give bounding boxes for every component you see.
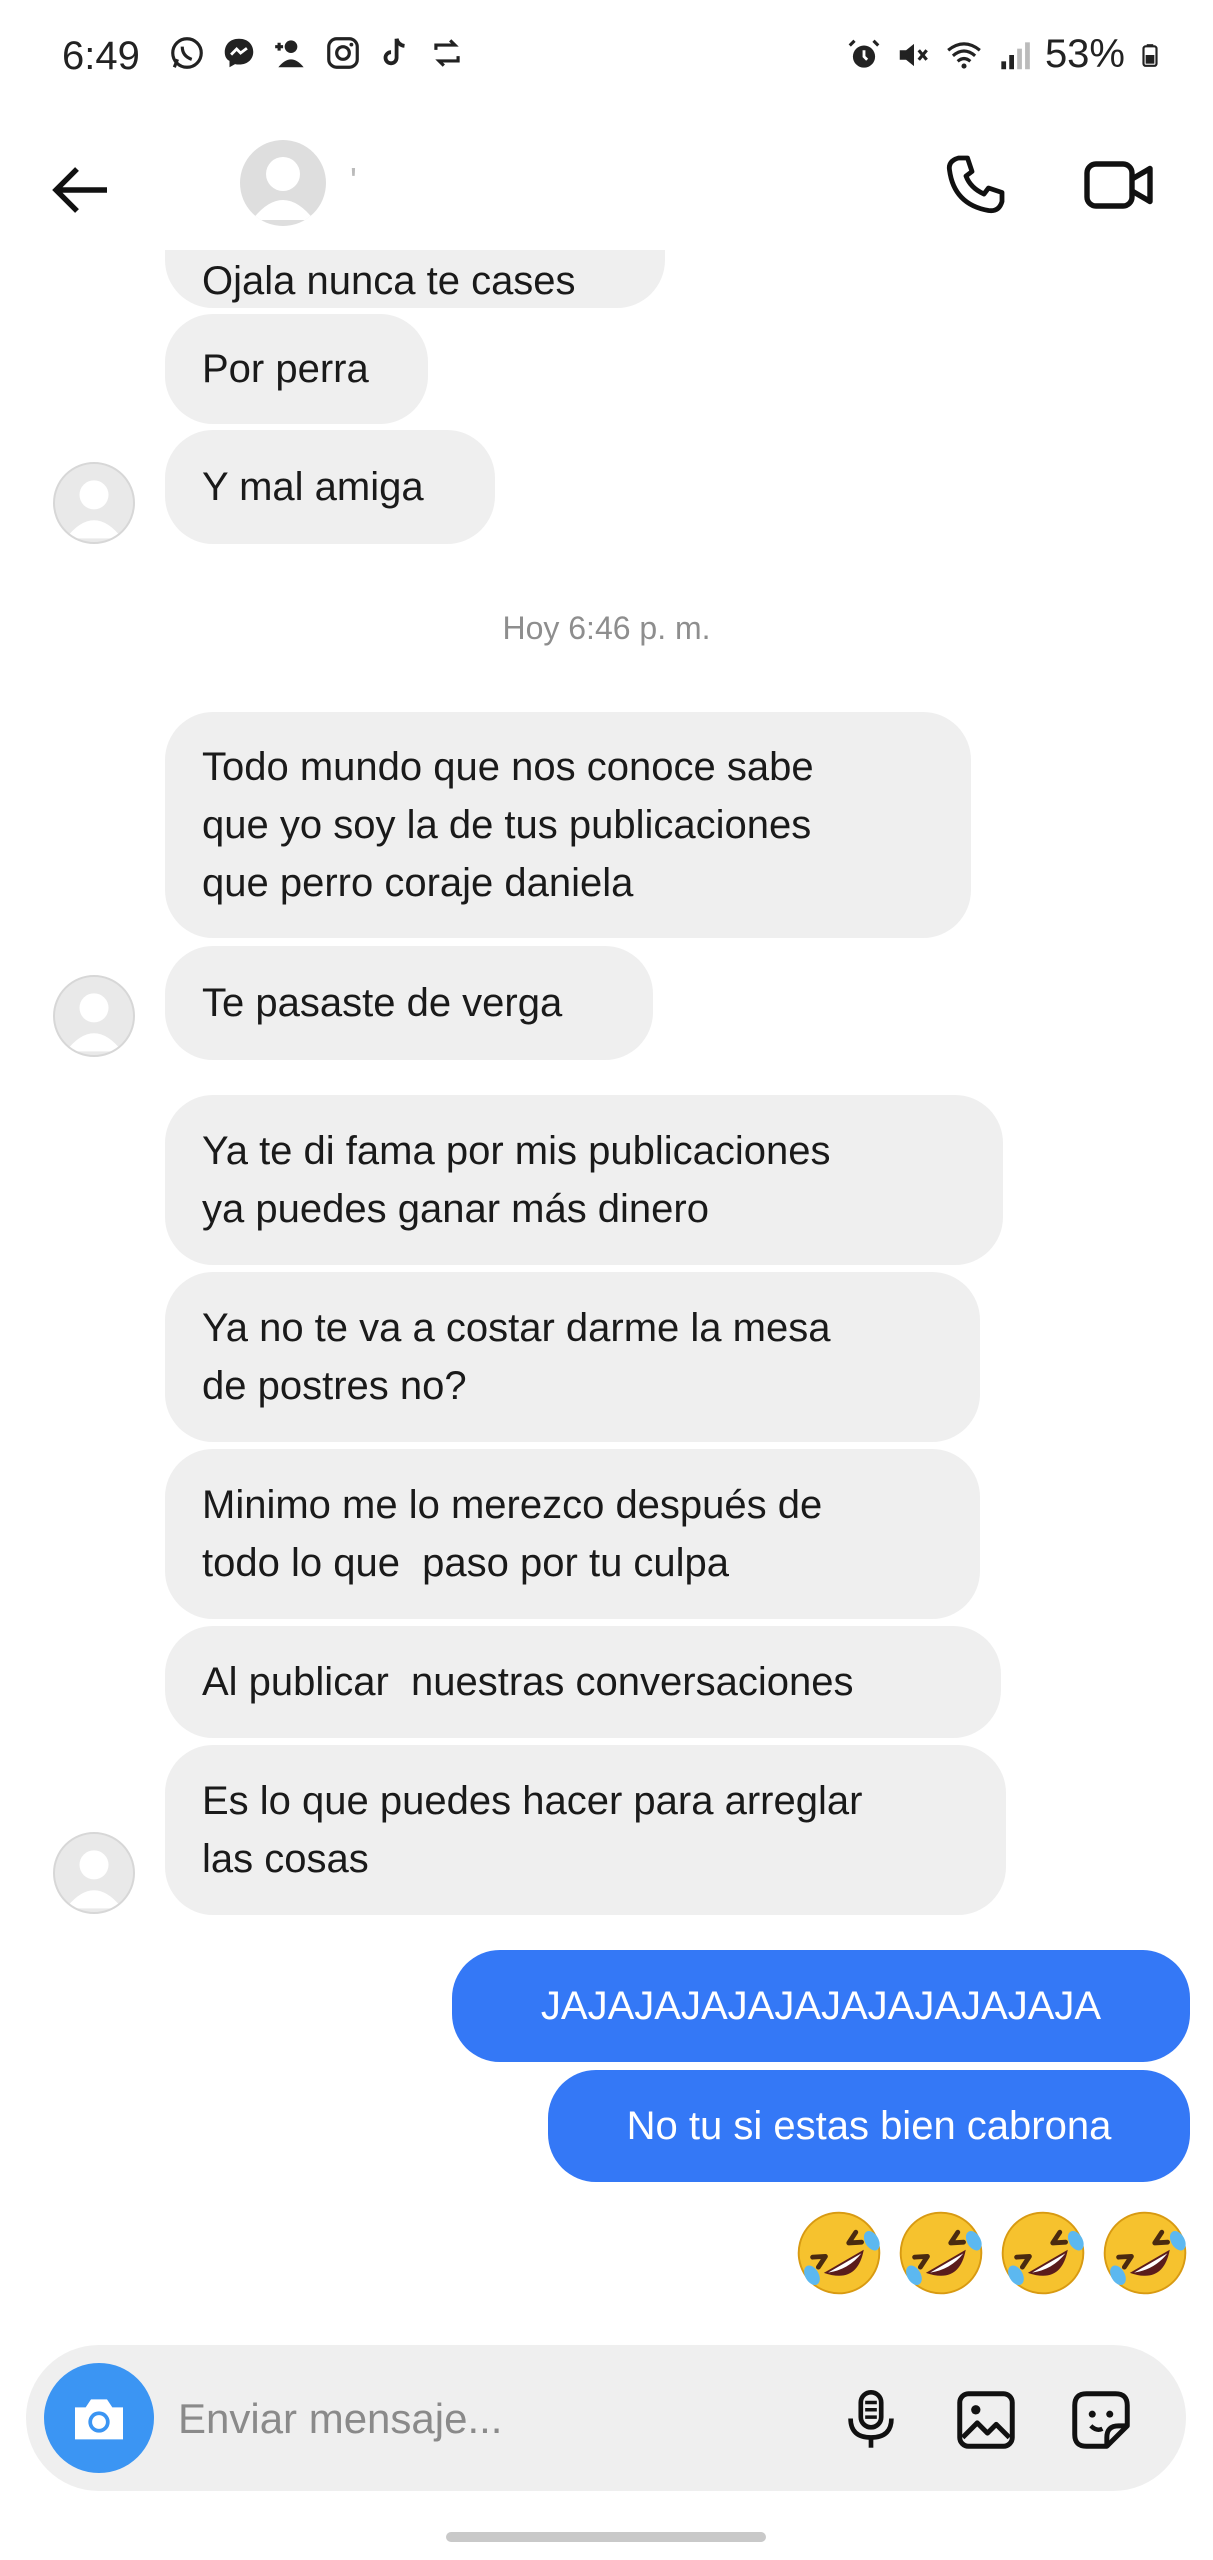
status-bar: 6:49 53% bbox=[0, 0, 1213, 120]
gallery-button[interactable] bbox=[941, 2375, 1031, 2465]
emoji-message[interactable] bbox=[791, 2205, 1193, 2301]
message-text: Te pasaste de verga bbox=[202, 981, 563, 1025]
message-bubble-incoming[interactable]: Minimo me lo merezco después de todo lo … bbox=[165, 1449, 980, 1619]
message-bubble-incoming[interactable]: Es lo que puedes hacer para arreglar las… bbox=[165, 1745, 1006, 1915]
messenger-icon bbox=[224, 38, 254, 68]
whatsapp-icon bbox=[171, 37, 203, 69]
message-text: Ya te di fama por mis publicaciones ya p… bbox=[202, 1129, 831, 1231]
sender-avatar[interactable] bbox=[53, 1832, 135, 1914]
message-bubble-incoming[interactable]: Y mal amiga bbox=[165, 430, 495, 544]
sticker-icon bbox=[1072, 2391, 1130, 2449]
message-bubble-incoming[interactable]: Te pasaste de verga bbox=[165, 946, 653, 1060]
message-timestamp: Hoy 6:46 p. m. bbox=[502, 610, 711, 646]
chat-header: ' bbox=[0, 120, 1213, 250]
voice-message-button[interactable] bbox=[826, 2375, 916, 2465]
alarm-icon bbox=[848, 39, 880, 68]
rolling-on-floor-laughing-emoji bbox=[899, 2211, 983, 2295]
battery-icon bbox=[1142, 43, 1158, 67]
voice-call-button[interactable] bbox=[930, 140, 1020, 230]
repost-icon bbox=[434, 39, 460, 67]
message-text: Por perra bbox=[202, 347, 369, 391]
tiktok-icon bbox=[383, 38, 405, 66]
add-user-icon bbox=[275, 40, 304, 68]
message-bubble-incoming[interactable]: Ya no te va a costar darme la mesa de po… bbox=[165, 1272, 980, 1442]
camera-button[interactable] bbox=[44, 2363, 154, 2473]
message-text: Ojala nunca te cases bbox=[202, 259, 576, 303]
battery-percent: 53% bbox=[1044, 32, 1125, 76]
message-bubble-outgoing[interactable]: No tu si estas bien cabrona bbox=[548, 2070, 1190, 2182]
message-text: Y mal amiga bbox=[202, 465, 424, 509]
default-avatar-icon bbox=[65, 480, 123, 539]
message-input[interactable] bbox=[176, 2383, 800, 2455]
message-bubble-outgoing[interactable]: JAJAJAJAJAJAJAJAJAJAJAJA bbox=[452, 1950, 1190, 2062]
default-avatar-icon bbox=[65, 993, 123, 1052]
message-text: Al publicar nuestras conversaciones bbox=[202, 1660, 854, 1704]
sender-avatar[interactable] bbox=[53, 462, 135, 544]
sticker-button[interactable] bbox=[1056, 2375, 1146, 2465]
mute-icon bbox=[899, 43, 928, 66]
message-composer bbox=[26, 2345, 1186, 2491]
rolling-on-floor-laughing-emoji bbox=[1001, 2211, 1085, 2295]
default-avatar-icon bbox=[65, 1850, 123, 1909]
sender-avatar[interactable] bbox=[53, 975, 135, 1057]
contact-name[interactable]: ' bbox=[350, 160, 357, 202]
instagram-icon bbox=[327, 37, 359, 69]
image-icon bbox=[957, 2391, 1015, 2449]
notification-icons bbox=[168, 34, 466, 72]
message-bubble-incoming[interactable]: Todo mundo que nos conoce sabe que yo so… bbox=[165, 712, 971, 938]
rolling-on-floor-laughing-emoji bbox=[1103, 2211, 1187, 2295]
message-bubble-incoming[interactable]: Al publicar nuestras conversaciones bbox=[165, 1626, 1001, 1738]
message-text: Minimo me lo merezco después de todo lo … bbox=[202, 1483, 823, 1585]
arrow-left-icon bbox=[52, 167, 107, 213]
microphone-icon bbox=[848, 2389, 894, 2448]
rolling-on-floor-laughing-emoji bbox=[797, 2211, 881, 2295]
message-text: Es lo que puedes hacer para arreglar las… bbox=[202, 1779, 863, 1881]
status-time: 6:49 bbox=[62, 34, 140, 78]
wifi-icon bbox=[947, 41, 981, 69]
default-avatar-icon bbox=[252, 157, 314, 220]
signal-icon bbox=[1001, 41, 1030, 69]
camera-icon bbox=[75, 2399, 123, 2440]
video-call-button[interactable] bbox=[1070, 140, 1170, 230]
home-indicator[interactable] bbox=[446, 2532, 766, 2542]
contact-avatar[interactable] bbox=[240, 140, 326, 226]
message-text: No tu si estas bien cabrona bbox=[626, 2104, 1112, 2148]
back-button[interactable] bbox=[40, 150, 120, 230]
message-text: JAJAJAJAJAJAJAJAJAJAJAJA bbox=[540, 1984, 1102, 2028]
message-bubble-incoming[interactable]: Ya te di fama por mis publicaciones ya p… bbox=[165, 1095, 1003, 1265]
phone-icon bbox=[946, 155, 1005, 214]
system-icons: 53% bbox=[845, 32, 1163, 77]
message-text: Todo mundo que nos conoce sabe que yo so… bbox=[202, 745, 814, 905]
message-text: Ya no te va a costar darme la mesa de po… bbox=[202, 1306, 831, 1408]
video-camera-icon bbox=[1084, 161, 1153, 209]
message-bubble-incoming[interactable]: Por perra bbox=[165, 314, 428, 424]
